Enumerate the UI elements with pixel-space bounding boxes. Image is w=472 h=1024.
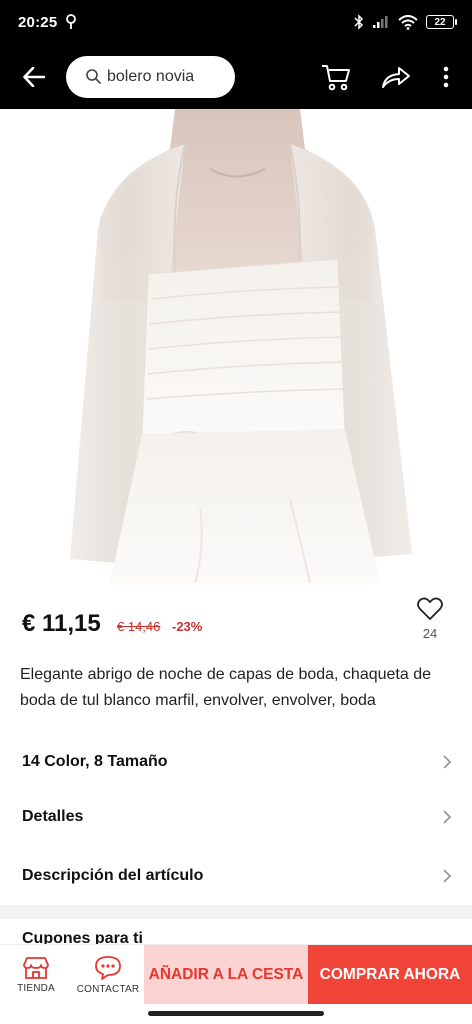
- contact-button[interactable]: CONTACTAR: [72, 945, 144, 1005]
- home-indicator[interactable]: [148, 1011, 324, 1016]
- store-button[interactable]: TIENDA: [0, 945, 72, 1005]
- current-price: € 11,15: [22, 610, 101, 637]
- battery-indicator: 22: [426, 15, 457, 29]
- back-button[interactable]: [16, 59, 52, 95]
- status-time: 20:25: [18, 13, 58, 31]
- coupons-heading[interactable]: Cupones para ti: [22, 930, 143, 944]
- discount-badge: -23%: [172, 619, 203, 634]
- description-row[interactable]: Descripción del artículo: [0, 850, 472, 902]
- variants-selector[interactable]: 14 Color, 8 Tamaño: [0, 736, 472, 788]
- chevron-right-icon: [443, 810, 452, 824]
- share-icon: [382, 66, 410, 88]
- more-vertical-icon: [443, 66, 449, 87]
- share-button[interactable]: [376, 57, 416, 97]
- bluetooth-icon: [354, 14, 364, 30]
- section-divider: [0, 905, 472, 919]
- cart-button[interactable]: [316, 57, 356, 97]
- price-section: € 11,15 € 14,46 -23% 24: [0, 583, 472, 655]
- wishlist-count: 24: [422, 626, 438, 641]
- original-price: € 14,46: [117, 619, 161, 634]
- bottom-action-bar: TIENDA CONTACTAR AÑADIR A LA CESTA COMPR…: [0, 944, 472, 1005]
- add-to-cart-button[interactable]: AÑADIR A LA CESTA: [144, 945, 308, 1005]
- search-input[interactable]: [107, 67, 222, 86]
- chevron-right-icon: [443, 755, 452, 769]
- search-icon: [86, 69, 101, 84]
- heart-icon: [417, 597, 443, 620]
- chat-icon: [95, 956, 121, 980]
- arrow-left-icon: [23, 66, 45, 87]
- more-options-button[interactable]: [436, 57, 456, 97]
- store-icon: [23, 957, 49, 979]
- store-label: TIENDA: [17, 983, 55, 994]
- contact-label: CONTACTAR: [76, 984, 140, 995]
- product-title: Elegante abrigo de noche de capas de bod…: [20, 666, 431, 709]
- variants-label: 14 Color, 8 Tamaño: [22, 753, 168, 770]
- search-bar[interactable]: [66, 55, 235, 98]
- top-nav-bar: [0, 44, 472, 109]
- wifi-icon: [398, 14, 418, 30]
- product-image[interactable]: [0, 109, 472, 583]
- description-label: Descripción del artículo: [22, 867, 204, 884]
- details-row[interactable]: Detalles: [0, 791, 472, 843]
- buy-now-button[interactable]: COMPRAR AHORA: [308, 945, 472, 1005]
- details-label: Detalles: [22, 808, 84, 825]
- location-pin-icon: [65, 14, 77, 30]
- status-bar: 20:25 22: [0, 0, 472, 44]
- cart-icon: [322, 64, 350, 90]
- cell-signal-icon: [372, 15, 390, 29]
- chevron-right-icon: [443, 869, 452, 883]
- wishlist-button[interactable]: 24: [410, 597, 450, 647]
